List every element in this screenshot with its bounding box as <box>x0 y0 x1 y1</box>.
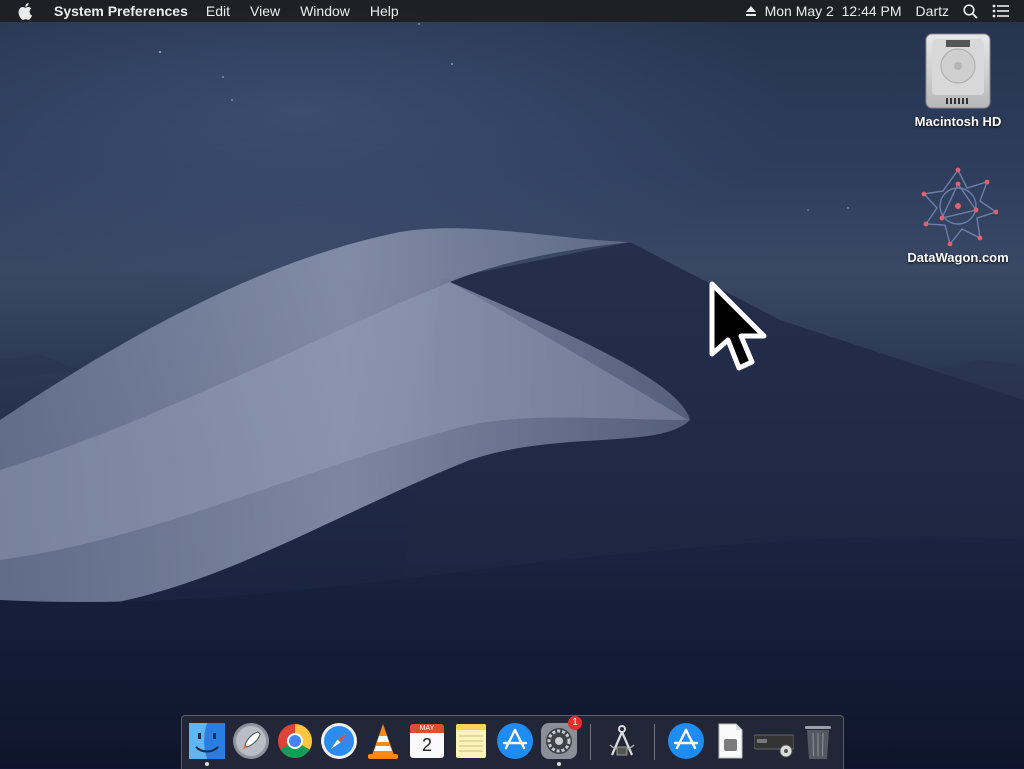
dock-finder[interactable] <box>187 721 227 766</box>
dune-landscape-art <box>0 23 1024 768</box>
hard-drive-icon <box>918 30 998 110</box>
dock-separator <box>590 724 591 760</box>
desktop-icon-label: Macintosh HD <box>914 114 1002 129</box>
rocket-icon <box>233 723 269 759</box>
desktop-icon-macintosh-hd[interactable]: Macintosh HD <box>898 30 1018 129</box>
chrome-icon <box>278 724 312 758</box>
app-store-icon <box>668 723 704 759</box>
compass-icon <box>321 723 357 759</box>
finder-icon <box>189 723 225 759</box>
dock-vlc[interactable] <box>363 721 403 761</box>
menu-help[interactable]: Help <box>370 0 399 22</box>
apple-menu-icon[interactable] <box>18 0 36 22</box>
dock-device[interactable] <box>753 721 795 761</box>
document-icon <box>718 723 743 759</box>
dock-calendar[interactable]: MAY 2 <box>407 721 447 761</box>
user-menu[interactable]: Dartz <box>916 0 949 22</box>
dock-chrome[interactable] <box>275 721 315 761</box>
network-star-icon <box>918 166 999 247</box>
dock-app-store[interactable] <box>495 721 535 761</box>
compass-tool-icon <box>609 725 635 756</box>
dock: MAY 2 1 <box>181 715 844 769</box>
calendar-day: 2 <box>410 733 444 758</box>
spotlight-search-icon[interactable] <box>963 3 978 19</box>
app-menu-name[interactable]: System Preferences <box>54 0 188 22</box>
desktop-wallpaper <box>0 0 1024 768</box>
running-indicator <box>205 762 209 766</box>
menubar-clock[interactable]: Mon May 2 12:44 PM <box>765 0 902 22</box>
traffic-cone-icon <box>368 724 398 759</box>
desktop-icon-datawagon[interactable]: DataWagon.com <box>898 166 1018 265</box>
trash-icon <box>805 726 831 759</box>
dock-launchpad[interactable] <box>231 721 271 761</box>
eject-icon[interactable] <box>745 5 757 17</box>
menu-view[interactable]: View <box>250 0 280 22</box>
mouse-pointer-icon <box>708 280 772 376</box>
notification-center-icon[interactable] <box>992 4 1010 18</box>
desktop-icon-label: DataWagon.com <box>907 250 1009 265</box>
dock-system-preferences[interactable]: 1 <box>539 716 582 766</box>
dock-separator <box>654 724 655 760</box>
app-store-icon <box>497 723 533 759</box>
dock-utility[interactable] <box>602 721 642 761</box>
status-area: Mon May 2 12:44 PM Dartz <box>745 0 1024 22</box>
menu-window[interactable]: Window <box>300 0 350 22</box>
device-icon <box>753 734 795 758</box>
dock-app-store-download[interactable] <box>666 721 706 761</box>
calendar-month: MAY <box>410 724 444 733</box>
notification-badge: 1 <box>568 716 582 730</box>
menu-edit[interactable]: Edit <box>206 0 230 22</box>
menu-bar: System Preferences Edit View Window Help… <box>0 0 1024 22</box>
dock-safari[interactable] <box>319 721 359 761</box>
dock-document[interactable] <box>710 721 750 761</box>
notes-icon <box>456 724 486 758</box>
running-indicator <box>557 762 561 766</box>
dock-notes[interactable] <box>451 721 491 761</box>
dock-trash[interactable] <box>798 721 838 761</box>
